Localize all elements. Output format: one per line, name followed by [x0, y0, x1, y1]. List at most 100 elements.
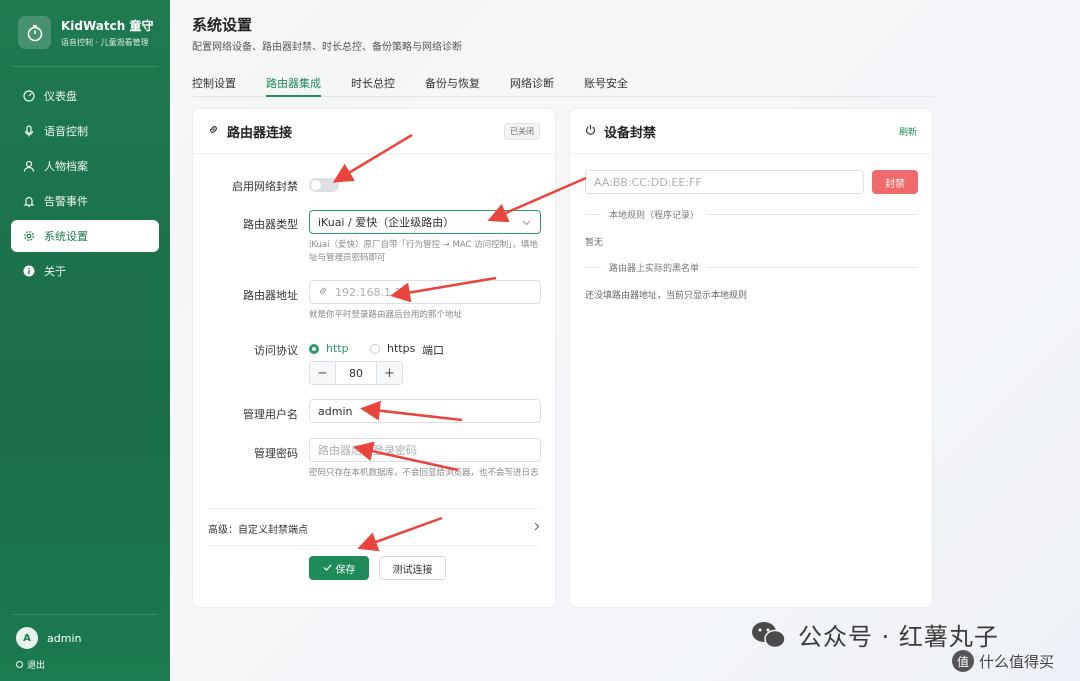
protocol-https-radio[interactable]: https	[370, 342, 415, 355]
logout-label: 退出	[27, 661, 46, 671]
tab-router[interactable]: 路由器集成	[266, 72, 321, 97]
divider	[208, 508, 540, 509]
password-hint: 密码只存在本机数据库，不会回显给浏览器，也不会写进日志	[309, 468, 539, 478]
tab-account[interactable]: 账号安全	[584, 72, 628, 97]
sidebar-item-label: 仪表盘	[44, 90, 77, 103]
router-blacklist-title: 路由器上实际的黑名单	[609, 264, 700, 274]
local-rules-title: 本地规则（程序记录）	[609, 211, 700, 221]
mac-placeholder: AA:BB:CC:DD:EE:FF	[594, 175, 702, 189]
card-title: 路由器连接	[227, 125, 293, 141]
page-subtitle: 配置网络设备、路由器封禁、时长总控、备份策略与网络诊断	[192, 42, 462, 53]
test-connection-button[interactable]: 测试连接	[379, 556, 446, 580]
brand-title: KidWatch 童守	[61, 18, 154, 33]
advanced-label: 高级：自定义封禁端点	[208, 524, 308, 536]
refresh-button[interactable]: 刷新	[899, 125, 917, 138]
tab-network[interactable]: 网络诊断	[510, 72, 554, 97]
page-title: 系统设置	[192, 16, 253, 34]
watermark-text: 公众号 · 红薯丸子	[798, 623, 999, 651]
device-ban-card: 设备封禁 刷新 AA:BB:CC:DD:EE:FF 封禁 本地规则（程序记录） …	[569, 108, 933, 608]
sidebar-item-label: 语音控制	[44, 125, 88, 138]
stopwatch-icon	[18, 16, 51, 49]
bell-icon	[22, 194, 36, 208]
port-decrement-button[interactable]: −	[310, 362, 335, 384]
card-title: 设备封禁	[604, 125, 657, 141]
watermark: 公众号 · 红薯丸子	[750, 617, 999, 652]
router-type-select[interactable]: iKuai / 爱快（企业级路由）	[309, 210, 541, 234]
mic-icon	[22, 124, 36, 138]
zhi-logo-icon: 值	[952, 650, 974, 672]
port-increment-button[interactable]: +	[377, 362, 402, 384]
link-icon	[318, 286, 328, 299]
sidebar-nav: 仪表盘 语音控制 人物档案 告警事件 系统设置 关于	[11, 80, 159, 290]
user-name: admin	[47, 631, 82, 645]
router-addr-hint: 就是你平时登录路由器后台用的那个地址	[309, 310, 463, 320]
sidebar-item-settings[interactable]: 系统设置	[11, 220, 159, 252]
enable-toggle[interactable]	[309, 178, 339, 192]
person-icon	[22, 159, 36, 173]
sidebar-item-about[interactable]: 关于	[11, 255, 159, 287]
chevron-right-icon	[534, 522, 540, 534]
sidebar-item-voice[interactable]: 语音控制	[11, 115, 159, 147]
password-placeholder: 路由器后台登录密码	[318, 444, 417, 457]
info-icon	[22, 264, 36, 278]
protocol-https-label: https	[387, 342, 416, 355]
ban-button[interactable]: 封禁	[872, 170, 918, 194]
protocol-http-label: http	[326, 342, 349, 355]
status-badge: 已关闭	[504, 122, 540, 140]
sidebar-item-label: 系统设置	[44, 230, 88, 243]
brand-subtitle: 语音控制 · 儿童观看管理	[61, 37, 149, 47]
username-input[interactable]: admin	[309, 399, 541, 423]
save-button[interactable]: 保存	[309, 556, 369, 580]
enable-label: 启用网络封禁	[232, 180, 298, 193]
sidebar-item-dashboard[interactable]: 仪表盘	[11, 80, 159, 112]
save-label: 保存	[335, 564, 356, 576]
divider	[208, 545, 540, 546]
password-input[interactable]: 路由器后台登录密码	[309, 438, 541, 462]
mac-input[interactable]: AA:BB:CC:DD:EE:FF	[585, 170, 864, 194]
username-value: admin	[318, 404, 353, 418]
protocol-http-radio[interactable]: http	[309, 342, 349, 355]
tab-time[interactable]: 时长总控	[351, 72, 395, 97]
router-blacklist-header: 路由器上实际的黑名单	[585, 261, 917, 274]
sidebar-item-profiles[interactable]: 人物档案	[11, 150, 159, 182]
port-value[interactable]: 80	[335, 362, 377, 384]
logout-button[interactable]: 退出	[16, 658, 45, 671]
advanced-endpoint-row[interactable]: 高级：自定义封禁端点	[208, 521, 540, 536]
link-icon	[208, 124, 219, 138]
sidebar: KidWatch 童守 语音控制 · 儿童观看管理 仪表盘 语音控制 人物档案 …	[0, 0, 170, 681]
sidebar-item-label: 关于	[44, 265, 66, 278]
router-connection-card: 路由器连接 已关闭 启用网络封禁 路由器类型 iKuai / 爱快（企业级路由）…	[192, 108, 556, 608]
chevron-down-icon	[522, 216, 531, 229]
main-content: 系统设置 配置网络设备、路由器封禁、时长总控、备份策略与网络诊断 控制设置 路由…	[170, 0, 1080, 681]
check-icon	[323, 563, 332, 574]
tab-control[interactable]: 控制设置	[192, 72, 236, 97]
sidebar-item-alerts[interactable]: 告警事件	[11, 185, 159, 217]
router-type-label: 路由器类型	[243, 218, 298, 231]
gear-icon	[22, 229, 36, 243]
local-rules-empty: 暂无	[585, 238, 604, 248]
brand: KidWatch 童守 语音控制 · 儿童观看管理	[18, 16, 153, 49]
port-stepper[interactable]: − 80 +	[309, 361, 403, 385]
password-label: 管理密码	[254, 447, 298, 460]
logout-icon	[16, 661, 23, 668]
local-rules-header: 本地规则（程序记录）	[585, 208, 917, 221]
username-label: 管理用户名	[243, 408, 298, 421]
settings-tabs: 控制设置 路由器集成 时长总控 备份与恢复 网络诊断 账号安全	[192, 72, 933, 97]
avatar: A	[16, 627, 38, 649]
corner-watermark-text: 什么值得买	[979, 652, 1055, 671]
user-profile: A admin	[16, 627, 81, 649]
router-addr-input[interactable]: 192.168.1.1	[309, 280, 541, 304]
sidebar-divider	[12, 66, 158, 67]
dashboard-icon	[22, 89, 36, 103]
router-addr-placeholder: 192.168.1.1	[335, 285, 402, 299]
port-label: 端口	[422, 344, 444, 357]
router-type-hint: iKuai（爱快）原厂自带「行为管控 → MAC 访问控制」，填地址与管理员密码…	[309, 240, 538, 263]
sidebar-divider	[12, 614, 158, 615]
router-type-value: iKuai / 爱快（企业级路由）	[318, 216, 455, 229]
sidebar-item-label: 告警事件	[44, 195, 88, 208]
sidebar-item-label: 人物档案	[44, 160, 88, 173]
router-blacklist-note: 还没填路由器地址，当前只显示本地规则	[585, 291, 748, 301]
tab-backup[interactable]: 备份与恢复	[425, 72, 480, 97]
router-addr-label: 路由器地址	[243, 289, 298, 302]
protocol-label: 访问协议	[254, 344, 298, 357]
